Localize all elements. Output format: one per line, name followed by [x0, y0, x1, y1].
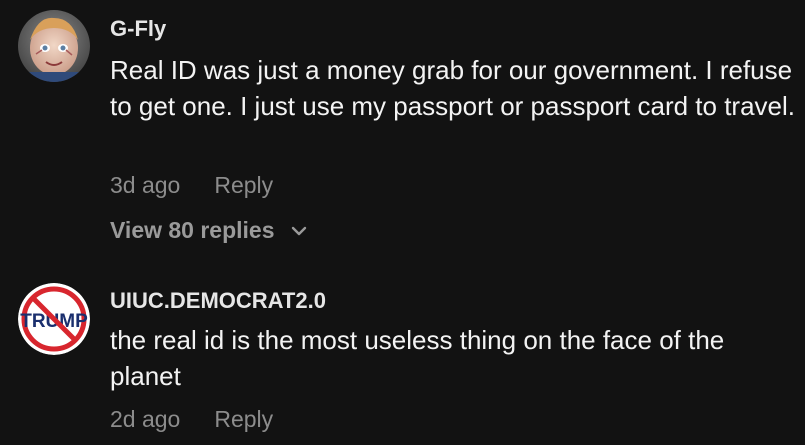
comment-meta: 3d ago Reply	[110, 172, 273, 199]
no-trump-avatar-icon: TRUMP	[18, 283, 90, 355]
comment-timestamp: 3d ago	[110, 172, 181, 198]
comment-timestamp: 2d ago	[110, 406, 181, 432]
chevron-down-icon	[291, 226, 307, 236]
view-replies-button[interactable]: View 80 replies	[110, 217, 307, 244]
view-replies-label: View 80 replies	[110, 217, 275, 243]
reply-button[interactable]: Reply	[214, 172, 273, 198]
comment-username[interactable]: G-Fly	[110, 16, 166, 42]
comment-text: the real id is the most useless thing on…	[110, 325, 725, 391]
comment-meta: 2d ago Reply	[110, 406, 273, 433]
avatar[interactable]: TRUMP	[18, 283, 90, 355]
reply-button[interactable]: Reply	[214, 406, 273, 432]
comment-username[interactable]: UIUC.DEMOCRAT2.0	[110, 288, 326, 314]
avatar[interactable]	[18, 10, 90, 82]
doll-avatar-icon	[18, 10, 90, 82]
comment-text: Real ID was just a money grab for our go…	[110, 55, 796, 121]
